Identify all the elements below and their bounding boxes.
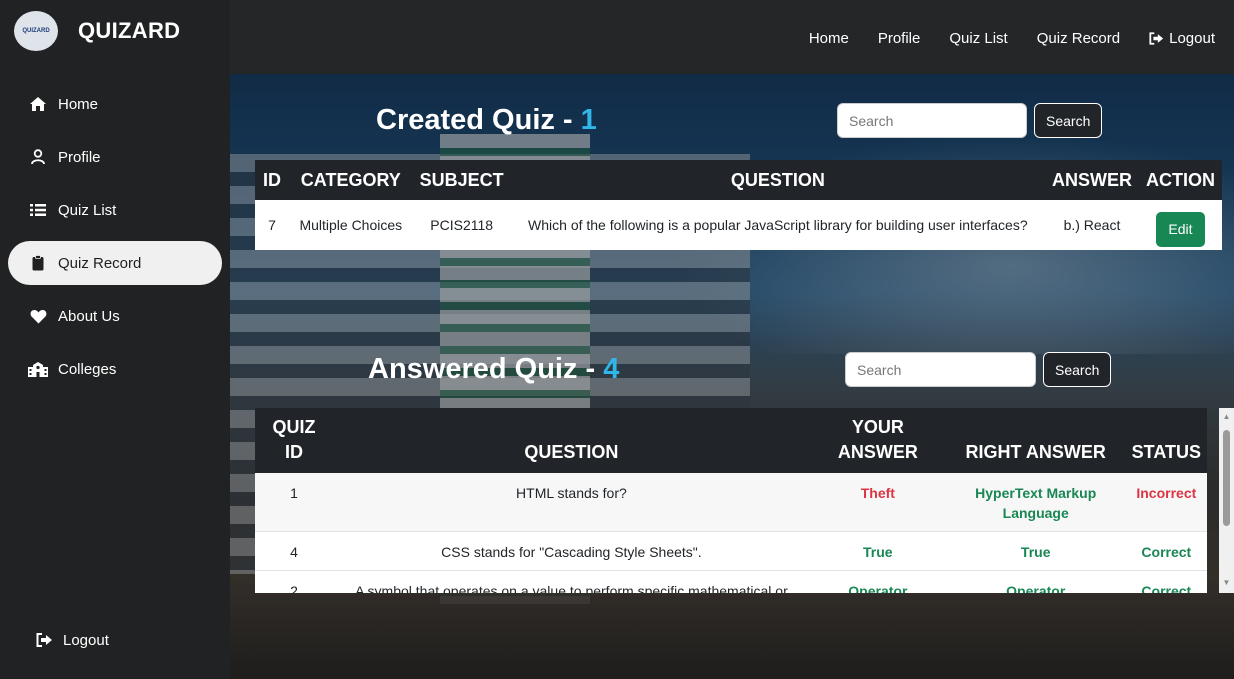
edit-button[interactable]: Edit bbox=[1155, 211, 1205, 247]
logout-icon bbox=[1149, 32, 1164, 45]
cell-question: A symbol that operates on a value to per… bbox=[332, 570, 810, 593]
cell-right-answer: True bbox=[945, 531, 1126, 571]
sidebar-logout-label: Logout bbox=[63, 631, 109, 649]
cell-id: 7 bbox=[255, 200, 289, 250]
nav-home[interactable]: Home bbox=[809, 30, 849, 47]
table-header-row: QUIZ ID QUESTION YOUR ANSWER RIGHT ANSWE… bbox=[255, 408, 1207, 473]
header-your-answer-line1: YOUR bbox=[851, 417, 904, 437]
scrollbar-thumb[interactable] bbox=[1223, 430, 1230, 526]
brand[interactable]: QUIZARD QUIZARD bbox=[14, 11, 180, 51]
header-quiz-id-line2: ID bbox=[284, 442, 303, 462]
cell-status: Correct bbox=[1125, 570, 1207, 593]
logout-icon bbox=[35, 633, 53, 647]
header-right-answer: RIGHT ANSWER bbox=[945, 408, 1126, 473]
header-category: CATEGORY bbox=[288, 160, 413, 200]
answered-quiz-title: Answered Quiz - 4 bbox=[368, 353, 619, 386]
header-id: ID bbox=[255, 160, 289, 200]
top-nav: Home Profile Quiz List Quiz Record Logou… bbox=[809, 30, 1215, 47]
cell-your-answer: Theft bbox=[809, 473, 946, 532]
header-your-answer: YOUR ANSWER bbox=[809, 408, 946, 473]
cell-action: Edit bbox=[1138, 200, 1222, 250]
nav-profile[interactable]: Profile bbox=[878, 30, 921, 47]
sidebar: QUIZARD QUIZARD Home Profile Quiz List Q… bbox=[0, 0, 230, 679]
table-header-row: ID CATEGORY SUBJECT QUESTION ANSWER ACTI… bbox=[255, 160, 1222, 200]
nav-logout-label: Logout bbox=[1169, 30, 1215, 47]
cell-category: Multiple Choices bbox=[288, 200, 413, 250]
header-question: QUESTION bbox=[332, 408, 810, 473]
answered-quiz-table-container[interactable]: QUIZ ID QUESTION YOUR ANSWER RIGHT ANSWE… bbox=[255, 408, 1207, 593]
table-row: 1 HTML stands for? Theft HyperText Marku… bbox=[255, 473, 1207, 532]
home-icon bbox=[28, 96, 48, 112]
sidebar-item-label: Quiz List bbox=[58, 201, 117, 219]
sidebar-item-quiz-record[interactable]: Quiz Record bbox=[8, 241, 222, 285]
sidebar-nav: Home Profile Quiz List Quiz Record About… bbox=[0, 82, 230, 400]
table-row: 4 CSS stands for "Cascading Style Sheets… bbox=[255, 531, 1207, 571]
brand-name: QUIZARD bbox=[78, 18, 181, 43]
header-quiz-id: QUIZ ID bbox=[255, 408, 333, 473]
cell-subject: PCIS2118 bbox=[412, 200, 511, 250]
created-search-input[interactable] bbox=[837, 103, 1027, 138]
sidebar-item-home[interactable]: Home bbox=[0, 82, 230, 126]
sidebar-item-label: Profile bbox=[58, 148, 101, 166]
sidebar-item-label: About Us bbox=[58, 307, 120, 325]
header-status: STATUS bbox=[1125, 408, 1207, 473]
sidebar-item-colleges[interactable]: Colleges bbox=[0, 347, 230, 391]
cell-answer: b.) React bbox=[1044, 200, 1139, 250]
header-action: ACTION bbox=[1138, 160, 1222, 200]
list-icon bbox=[28, 203, 48, 217]
sidebar-item-label: Colleges bbox=[58, 360, 117, 378]
scroll-up-arrow-icon[interactable]: ▲ bbox=[1222, 412, 1231, 421]
header-answer: ANSWER bbox=[1044, 160, 1139, 200]
answered-quiz-count: 4 bbox=[603, 353, 620, 385]
cell-right-answer: Operator bbox=[945, 570, 1126, 593]
cell-question: HTML stands for? bbox=[332, 473, 810, 532]
answered-quiz-table: QUIZ ID QUESTION YOUR ANSWER RIGHT ANSWE… bbox=[255, 408, 1207, 593]
answered-search-button[interactable]: Search bbox=[1043, 352, 1112, 387]
cell-quiz-id: 4 bbox=[255, 531, 333, 571]
cell-your-answer: True bbox=[809, 531, 946, 571]
cell-question: CSS stands for "Cascading Style Sheets". bbox=[332, 531, 810, 571]
header-subject: SUBJECT bbox=[412, 160, 511, 200]
created-quiz-count: 1 bbox=[580, 104, 597, 136]
header-question: QUESTION bbox=[510, 160, 1045, 200]
sidebar-item-about-us[interactable]: About Us bbox=[0, 294, 230, 338]
sidebar-logout[interactable]: Logout bbox=[0, 618, 230, 662]
cell-status: Incorrect bbox=[1125, 473, 1207, 532]
cell-right-answer: HyperText Markup Language bbox=[945, 473, 1126, 532]
created-quiz-title-text: Created Quiz - bbox=[376, 104, 581, 136]
sidebar-item-quiz-list[interactable]: Quiz List bbox=[0, 188, 230, 232]
answered-search-input[interactable] bbox=[845, 352, 1036, 387]
cell-your-answer: Operator bbox=[809, 570, 946, 593]
sidebar-item-profile[interactable]: Profile bbox=[0, 135, 230, 179]
scroll-down-arrow-icon[interactable]: ▼ bbox=[1222, 578, 1231, 587]
heart-icon bbox=[28, 309, 48, 324]
clipboard-icon bbox=[28, 255, 48, 271]
header-your-answer-line2: ANSWER bbox=[837, 442, 918, 462]
header-quiz-id-line1: QUIZ bbox=[272, 417, 316, 437]
quizard-logo: QUIZARD bbox=[14, 11, 58, 51]
cell-status: Correct bbox=[1125, 531, 1207, 571]
user-icon bbox=[28, 149, 48, 165]
nav-quiz-record[interactable]: Quiz Record bbox=[1037, 30, 1120, 47]
school-icon bbox=[28, 361, 48, 377]
created-quiz-title: Created Quiz - 1 bbox=[376, 104, 597, 137]
table-row: 2 A symbol that operates on a value to p… bbox=[255, 570, 1207, 593]
created-search-button[interactable]: Search bbox=[1034, 103, 1103, 138]
nav-quiz-list[interactable]: Quiz List bbox=[949, 30, 1007, 47]
table-scrollbar[interactable]: ▲ ▼ bbox=[1219, 408, 1234, 593]
created-quiz-table: ID CATEGORY SUBJECT QUESTION ANSWER ACTI… bbox=[255, 160, 1222, 250]
table-row: 7 Multiple Choices PCIS2118 Which of the… bbox=[255, 200, 1222, 250]
sidebar-item-label: Home bbox=[58, 95, 99, 113]
top-navbar: Home Profile Quiz List Quiz Record Logou… bbox=[230, 0, 1234, 74]
cell-quiz-id: 2 bbox=[255, 570, 333, 593]
nav-logout[interactable]: Logout bbox=[1149, 30, 1215, 47]
answered-quiz-title-text: Answered Quiz - bbox=[368, 353, 604, 385]
sidebar-item-label: Quiz Record bbox=[58, 254, 142, 272]
cell-question: Which of the following is a popular Java… bbox=[510, 200, 1045, 250]
cell-quiz-id: 1 bbox=[255, 473, 333, 532]
